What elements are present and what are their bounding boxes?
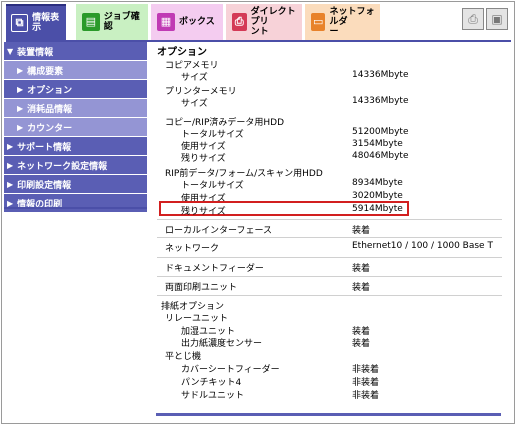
hdd-free-label: 残りサイズ <box>181 154 226 164</box>
caret-right-icon: ▶ <box>7 179 14 189</box>
sidebar-item-label: 印刷設定情報 <box>17 180 72 191</box>
stapler-heading: 平とじ機 <box>165 352 202 362</box>
local-interface-value: 装着 <box>352 226 371 236</box>
document-feeder-label: ドキュメントフィーダー <box>165 264 264 274</box>
info-display-icon: ⧉ <box>11 14 29 32</box>
sidebar-item-info-print[interactable]: ▶ 情報の印刷 <box>4 194 147 213</box>
sidebar-item-support[interactable]: ▶ サポート情報 <box>4 137 147 156</box>
network-value: Ethernet10 / 100 / 1000 Base T <box>352 241 493 251</box>
tab-box-label: ボックス <box>179 17 215 27</box>
separator <box>157 219 502 220</box>
hdd-free-value: 48046Mbyte <box>352 151 409 161</box>
caret-right-icon: ▶ <box>17 65 24 75</box>
duplex-unit-value: 装着 <box>352 283 371 293</box>
document-feeder-value: 装着 <box>352 264 371 274</box>
sidebar-divider <box>4 207 147 209</box>
hdd-total-value: 51200Mbyte <box>352 127 409 137</box>
rip-used-value: 3020Mbyte <box>352 191 403 201</box>
sidebar-item-network[interactable]: ▶ ネットワーク設定情報 <box>4 156 147 175</box>
tab-net-folder[interactable]: ▭ ネットフォルダ ー <box>305 4 380 40</box>
direct-print-icon: ⎙ <box>232 13 247 31</box>
hdd-used-value: 3154Mbyte <box>352 139 403 149</box>
rip-total-value: 8934Mbyte <box>352 178 403 188</box>
page-title: オプション <box>157 47 207 58</box>
sidebar-item-label: 消耗品情報 <box>27 104 73 115</box>
separator <box>157 237 502 238</box>
job-check-icon: ▤ <box>82 13 100 31</box>
tab-direct-print-label: ダイレクトプリ ント <box>250 7 296 37</box>
sidebar-item-device-info[interactable]: ▼ 装置情報 <box>4 42 147 61</box>
caret-right-icon: ▶ <box>17 103 24 113</box>
sidebar-item-config[interactable]: ▶ 構成要素 <box>4 61 147 80</box>
cover-feeder-label: カバーシートフィーダー <box>181 365 280 375</box>
punch-kit-label: パンチキット4 <box>181 378 242 388</box>
caret-right-icon: ▶ <box>17 84 24 94</box>
sidebar-item-label: カウンター <box>27 123 73 134</box>
rip-free-value: 5914Mbyte <box>352 204 403 214</box>
sidebar-item-option[interactable]: ▶ オプション <box>4 80 147 99</box>
sidebar-item-label: オプション <box>27 85 73 96</box>
saddle-unit-value: 非装着 <box>352 391 380 401</box>
tab-direct-print[interactable]: ⎙ ダイレクトプリ ント <box>226 4 302 40</box>
duplex-unit-label: 両面印刷ユニット <box>165 283 238 293</box>
sidebar-item-label: 構成要素 <box>27 66 64 77</box>
sidebar-item-consumables[interactable]: ▶ 消耗品情報 <box>4 99 147 118</box>
content-bottom-divider <box>156 413 501 416</box>
tab-job-check-label: ジョブ確認 <box>103 12 140 32</box>
sidebar-item-counter[interactable]: ▶ カウンター <box>4 118 147 137</box>
separator <box>157 295 502 296</box>
box-icon: ▦ <box>157 13 175 31</box>
tab-info-display-label: 情報表示 <box>32 13 60 33</box>
caret-right-icon: ▶ <box>7 160 14 170</box>
separator <box>157 276 502 277</box>
cover-feeder-value: 非装着 <box>352 365 380 375</box>
relay-unit-heading: リレーユニット <box>165 314 229 324</box>
sidebar: ▼ 装置情報 ▶ 構成要素 ▶ オプション ▶ 消耗品情報 ▶ カウンター ▶ … <box>4 42 147 213</box>
local-interface-label: ローカルインターフェース <box>165 226 273 236</box>
settings-icon[interactable]: ▣ <box>486 8 508 30</box>
separator <box>157 257 502 258</box>
sidebar-item-label: 装置情報 <box>17 47 54 58</box>
tab-net-folder-label: ネットフォルダ ー <box>329 7 375 37</box>
sidebar-item-label: ネットワーク設定情報 <box>17 161 108 172</box>
copy-memory-size-label: サイズ <box>181 73 208 83</box>
caret-right-icon: ▶ <box>17 122 24 132</box>
copy-memory-size-value: 14336Mbyte <box>352 70 409 80</box>
printer-memory-size-label: サイズ <box>181 99 208 109</box>
network-label: ネットワーク <box>165 244 220 254</box>
density-sensor-value: 装着 <box>352 339 371 349</box>
printer-icon[interactable]: ⎙ <box>462 8 484 30</box>
saddle-unit-label: サドルユニット <box>181 391 245 401</box>
tab-job-check[interactable]: ▤ ジョブ確認 <box>76 4 148 40</box>
rip-free-label: 残りサイズ <box>181 207 226 217</box>
density-sensor-label: 出力紙濃度センサー <box>181 339 263 349</box>
printer-memory-size-value: 14336Mbyte <box>352 96 409 106</box>
tab-box[interactable]: ▦ ボックス <box>151 4 223 40</box>
rip-total-label: トータルサイズ <box>181 181 244 191</box>
punch-kit-value: 非装着 <box>352 378 380 388</box>
tab-info-display[interactable]: ⧉ 情報表示 <box>6 4 66 40</box>
sidebar-item-label: サポート情報 <box>17 142 72 153</box>
caret-right-icon: ▶ <box>7 141 14 151</box>
net-folder-icon: ▭ <box>311 13 326 31</box>
sidebar-item-print-settings[interactable]: ▶ 印刷設定情報 <box>4 175 147 194</box>
caret-down-icon: ▼ <box>7 46 14 56</box>
